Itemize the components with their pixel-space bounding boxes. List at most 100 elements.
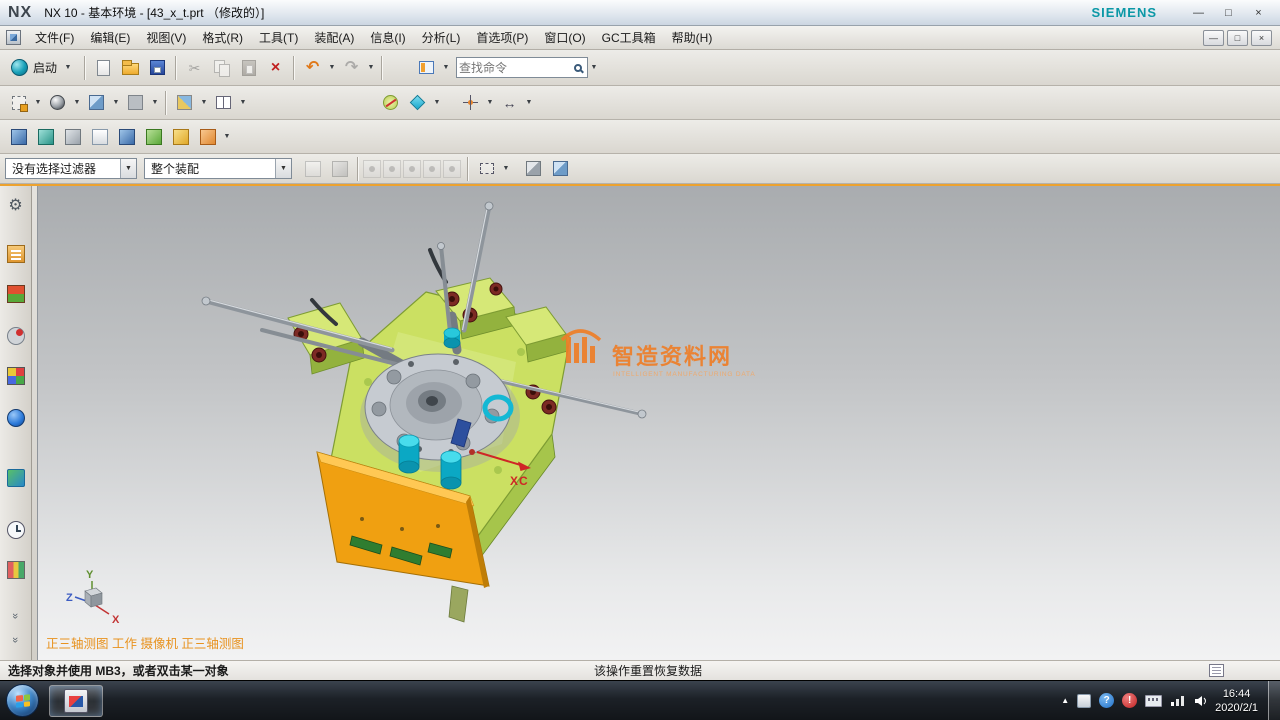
menu-format[interactable]: 格式(R) — [194, 28, 251, 48]
redo-button[interactable]: ↷ — [338, 54, 365, 81]
minimize-button[interactable]: — — [1185, 4, 1212, 21]
start-menu-button[interactable]: 启动 ▼ — [5, 54, 80, 82]
move-component-button[interactable] — [5, 123, 32, 150]
orient-view-dropdown-arrow[interactable]: ▼ — [32, 89, 44, 116]
deselect-all-button[interactable] — [326, 155, 353, 182]
hd3d-tools-button[interactable] — [4, 466, 28, 490]
highlight-selection-button[interactable] — [299, 155, 326, 182]
assembly-constraints-button[interactable] — [32, 123, 59, 150]
paste-button[interactable] — [235, 54, 262, 81]
type-filter-dropdown-arrow[interactable]: ▼ — [120, 159, 136, 178]
true-shading-button[interactable] — [83, 89, 110, 116]
dialog-placement-dropdown-arrow[interactable]: ▼ — [440, 54, 452, 81]
wcs-dynamics-button[interactable] — [377, 89, 404, 116]
menu-help[interactable]: 帮助(H) — [664, 28, 721, 48]
finder-dropdown-arrow[interactable]: ▼ — [588, 54, 600, 81]
mirror-assembly-button[interactable] — [113, 123, 140, 150]
selection-scope-combobox[interactable]: 整个装配 ▼ — [144, 158, 292, 179]
nx-taskbar-button[interactable] — [49, 685, 103, 717]
intersection-snap-button[interactable] — [443, 160, 461, 178]
snap-point-dropdown-arrow[interactable]: ▼ — [484, 89, 496, 116]
start-dropdown-arrow[interactable]: ▼ — [62, 54, 74, 81]
menu-information[interactable]: 信息(I) — [362, 28, 413, 48]
midpoint-snap-button[interactable] — [403, 160, 421, 178]
reuse-library-button[interactable] — [4, 364, 28, 388]
menu-edit[interactable]: 编辑(E) — [82, 28, 138, 48]
measure-distance-button[interactable]: ↔ — [496, 89, 523, 116]
selection-scope-dropdown-arrow[interactable]: ▼ — [275, 159, 291, 178]
exploded-views-button[interactable] — [140, 123, 167, 150]
open-file-button[interactable] — [117, 54, 144, 81]
show-desktop-button[interactable] — [1268, 681, 1280, 720]
start-orb-button[interactable] — [6, 684, 39, 717]
menu-gc-toolbox[interactable]: GC工具箱 — [594, 28, 664, 48]
tray-expand-icon[interactable]: ▲ — [1061, 696, 1069, 705]
datum-plane-button[interactable] — [404, 89, 431, 116]
endpoint-snap-button[interactable] — [383, 160, 401, 178]
graphics-window[interactable]: XC 智造资料网 INTELLIGENT MANUFACTURING DATA — [38, 186, 1280, 660]
status-note-icon[interactable] — [1209, 664, 1224, 677]
redo-dropdown-arrow[interactable]: ▼ — [365, 54, 377, 81]
orient-view-button[interactable] — [5, 89, 32, 116]
save-button[interactable] — [144, 54, 171, 81]
menu-analysis[interactable]: 分析(L) — [414, 28, 469, 48]
history-button[interactable] — [4, 518, 28, 542]
menu-view[interactable]: 视图(V) — [138, 28, 194, 48]
undo-button[interactable]: ↶ — [299, 54, 326, 81]
rectangle-select-dropdown-arrow[interactable]: ▼ — [500, 155, 512, 182]
assemblies-toolbar-options-arrow[interactable]: ▼ — [221, 123, 233, 150]
copy-button[interactable] — [208, 54, 235, 81]
dialog-placement-button[interactable] — [413, 54, 440, 81]
datum-plane-dropdown-arrow[interactable]: ▼ — [431, 89, 443, 116]
menu-assemblies[interactable]: 装配(A) — [306, 28, 362, 48]
section-view-button[interactable] — [171, 89, 198, 116]
new-component-button[interactable] — [194, 123, 221, 150]
web-browser-button[interactable] — [4, 406, 28, 430]
add-component-button[interactable] — [167, 123, 194, 150]
assembly-navigator-button[interactable] — [4, 242, 28, 266]
tray-app-icon[interactable] — [1077, 694, 1091, 708]
part-navigator-button[interactable] — [4, 324, 28, 348]
volume-icon[interactable] — [1194, 695, 1209, 707]
rectangle-select-button[interactable] — [473, 155, 500, 182]
menu-tools[interactable]: 工具(T) — [251, 28, 306, 48]
new-file-button[interactable] — [90, 54, 117, 81]
measure-dropdown-arrow[interactable]: ▼ — [523, 89, 535, 116]
command-finder-input[interactable] — [459, 61, 571, 75]
menu-window[interactable]: 窗口(O) — [536, 28, 593, 48]
child-close-button[interactable]: × — [1251, 30, 1272, 46]
graphics-viewport[interactable]: XC 智造资料网 INTELLIGENT MANUFACTURING DATA — [37, 186, 1280, 660]
child-minimize-button[interactable]: — — [1203, 30, 1224, 46]
restore-button[interactable]: □ — [1215, 4, 1242, 21]
background-color-button[interactable] — [122, 89, 149, 116]
type-filter-combobox[interactable]: 没有选择过滤器 ▼ — [5, 158, 137, 179]
delete-button[interactable]: × — [262, 54, 289, 81]
tray-ime-keyboard-icon[interactable] — [1145, 695, 1162, 707]
system-materials-button[interactable] — [4, 558, 28, 582]
3d-assembly-model[interactable] — [202, 202, 646, 622]
enable-snap-point-button[interactable] — [363, 160, 381, 178]
resource-bar-options-button[interactable]: » — [4, 604, 28, 628]
window-layout-dropdown-arrow[interactable]: ▼ — [237, 89, 249, 116]
snap-point-button[interactable] — [457, 89, 484, 116]
background-dropdown-arrow[interactable]: ▼ — [149, 89, 161, 116]
undo-dropdown-arrow[interactable]: ▼ — [326, 54, 338, 81]
taskbar-clock[interactable]: 16:44 2020/2/1 — [1215, 687, 1258, 715]
show-dof-button[interactable] — [59, 123, 86, 150]
customize-button[interactable]: ⚙ — [4, 194, 28, 218]
menu-file[interactable]: 文件(F) — [27, 28, 82, 48]
close-button[interactable]: × — [1245, 4, 1272, 21]
menu-preferences[interactable]: 首选项(P) — [468, 28, 536, 48]
network-icon[interactable] — [1170, 695, 1186, 707]
tray-security-icon[interactable]: ! — [1122, 693, 1137, 708]
true-shading-dropdown-arrow[interactable]: ▼ — [110, 89, 122, 116]
window-layout-button[interactable] — [210, 89, 237, 116]
tray-help-icon[interactable]: ? — [1099, 693, 1114, 708]
cut-button[interactable]: ✂ — [181, 54, 208, 81]
component-pattern-button[interactable] — [86, 123, 113, 150]
center-snap-button[interactable] — [423, 160, 441, 178]
constraint-navigator-button[interactable] — [4, 282, 28, 306]
resource-bar-expand-button[interactable]: » — [4, 628, 28, 652]
render-style-button[interactable] — [44, 89, 71, 116]
child-restore-button[interactable]: □ — [1227, 30, 1248, 46]
